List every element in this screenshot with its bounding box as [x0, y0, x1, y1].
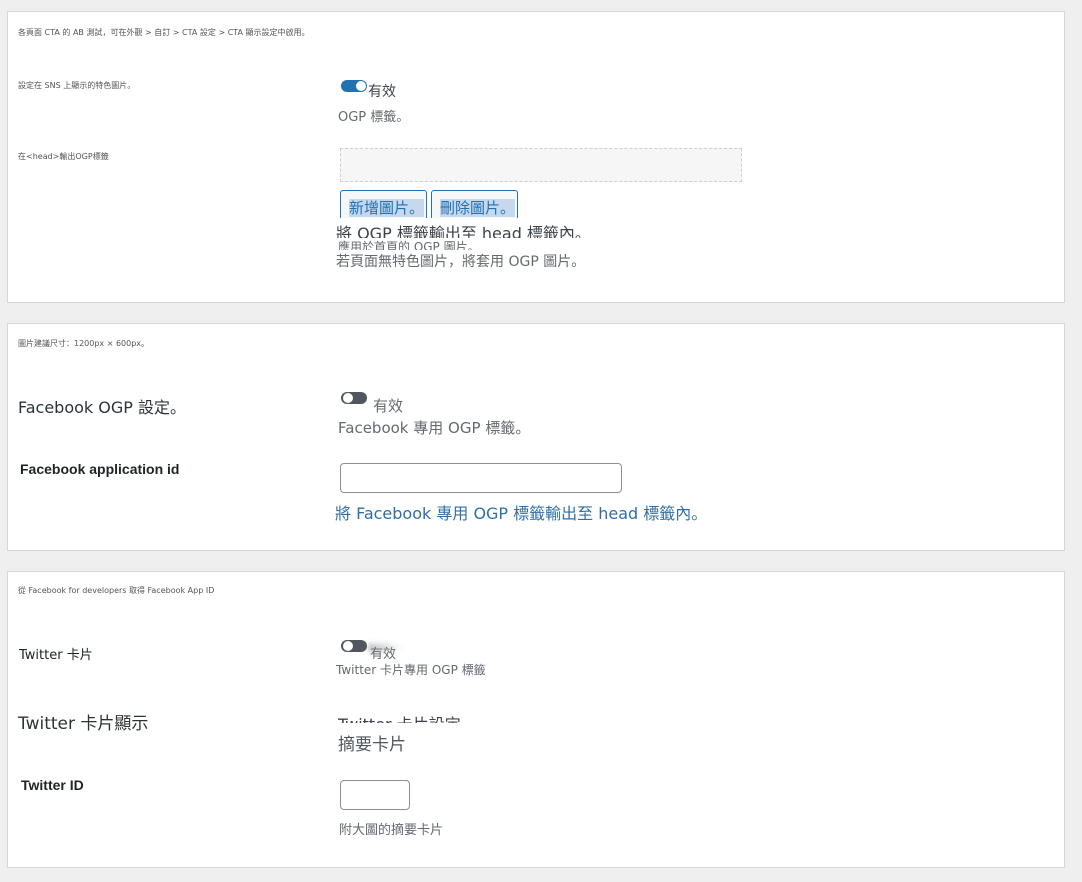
sns-featured-image-label: 設定在 SNS 上顯示的特色圖片。 — [18, 81, 136, 90]
developer-app-id-note: 從 Facebook for developers 取得 Facebook Ap… — [18, 586, 215, 595]
facebook-head-output-link[interactable]: 將 Facebook 專用 OGP 標籤輸出至 head 標籤內。 — [335, 500, 707, 524]
image-size-note: 圖片建議尺寸：1200px × 600px。 — [18, 339, 150, 348]
fallback-image-note: 若頁面無特色圖片，將套用 OGP 圖片。 — [336, 254, 586, 270]
twitter-toggle-label: 有效 — [370, 647, 397, 662]
toggle-knob — [343, 641, 353, 651]
twitter-card-toggle-switch[interactable] — [341, 640, 367, 652]
facebook-app-id-label: Facebook application id — [20, 461, 180, 477]
ogp-image-preview — [340, 148, 742, 182]
head-output-label: 在<head>輸出OGP標籤 — [18, 152, 109, 161]
twitter-card-description: Twitter 卡片專用 OGP 標籤 — [336, 663, 486, 677]
ogp-head-output-line: 將 OGP 標籤輸出至 head 標籤內。 — [336, 218, 616, 238]
facebook-ogp-panel: 圖片建議尺寸：1200px × 600px。 Facebook OGP 設定。 … — [7, 323, 1065, 551]
facebook-app-id-input[interactable] — [340, 463, 622, 493]
cta-ab-test-note: 各頁面 CTA 的 AB 測試，可在外觀 > 自訂 > CTA 設定 > CTA… — [18, 28, 310, 37]
ogp-toggle-switch[interactable] — [341, 80, 367, 92]
facebook-ogp-label: Facebook OGP 設定。 — [18, 398, 186, 417]
large-image-summary-card-note: 附大圖的摘要卡片 — [339, 823, 444, 838]
twitter-id-input[interactable] — [340, 780, 410, 810]
ogp-tag-description: OGP 標籤。 — [338, 110, 410, 125]
facebook-toggle-label: 有效 — [373, 397, 404, 415]
ogp-toggle-label: 有效 — [368, 84, 396, 100]
twitter-card-display-label: Twitter 卡片顯示 — [18, 714, 149, 734]
summary-card-option[interactable]: 摘要卡片 — [338, 730, 406, 755]
twitter-card-panel: 從 Facebook for developers 取得 Facebook Ap… — [7, 571, 1065, 868]
home-ogp-image-note: 應用於首頁的 OGP 圖片。 — [338, 240, 480, 250]
twitter-id-label: Twitter ID — [21, 777, 84, 793]
ogp-settings-panel: 各頁面 CTA 的 AB 測試，可在外觀 > 自訂 > CTA 設定 > CTA… — [7, 11, 1065, 303]
toggle-knob — [343, 393, 353, 403]
toggle-knob — [356, 81, 366, 91]
facebook-ogp-toggle-switch[interactable] — [341, 392, 367, 404]
twitter-card-label: Twitter 卡片 — [19, 648, 93, 663]
facebook-ogp-description: Facebook 專用 OGP 標籤。 — [338, 419, 531, 437]
add-image-button[interactable]: 新增圖片。 — [340, 190, 427, 220]
remove-image-button[interactable]: 刪除圖片。 — [431, 190, 518, 220]
twitter-card-settings-clipped: Twitter 卡片設定 — [338, 709, 518, 723]
